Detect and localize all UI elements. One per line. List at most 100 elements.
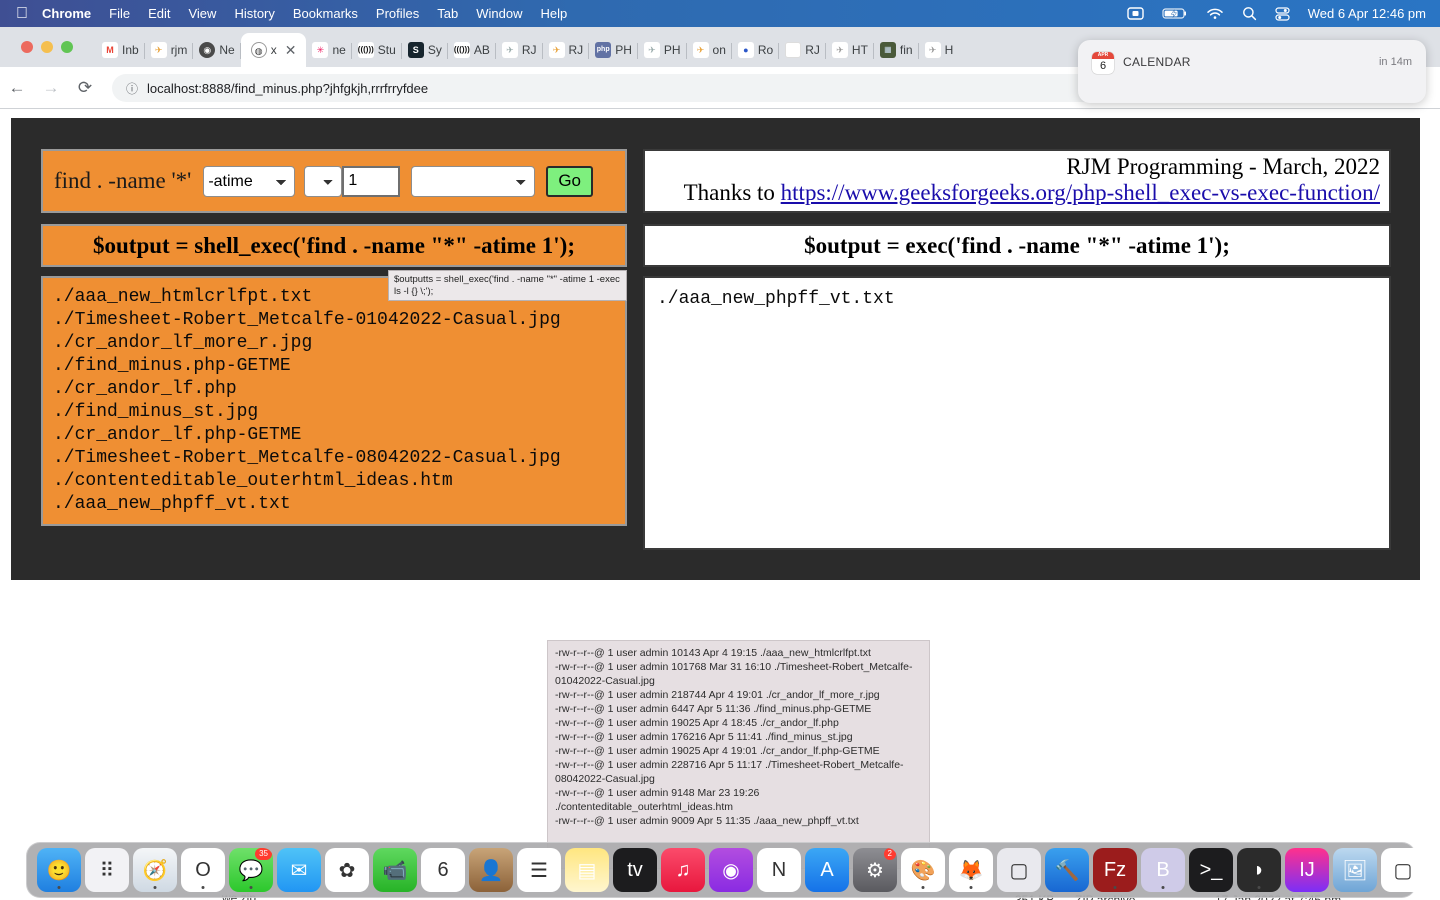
dock-item-contacts[interactable]: 👤 (469, 848, 513, 892)
apple-icon[interactable]:  (16, 6, 28, 22)
tab-label: fin (900, 43, 913, 57)
tab-label: RJ (805, 43, 820, 57)
dock-item-apple-tv[interactable]: tv (613, 848, 657, 892)
browser-tab[interactable]: RJ (779, 33, 826, 67)
dock-item-photos[interactable]: ✿ (325, 848, 369, 892)
browser-tab[interactable]: ✈HT (826, 33, 874, 67)
window-minimize-button[interactable] (41, 41, 53, 53)
search-icon[interactable] (1242, 6, 1257, 21)
loading-icon: ✳ (312, 42, 328, 58)
calendar-icon-day: 6 (1092, 59, 1114, 74)
browser-tab[interactable]: ✈PH (638, 33, 687, 67)
dock-running-indicator (250, 886, 253, 889)
dock-item-app-store[interactable]: A (805, 848, 849, 892)
exec-heading: $output = exec('find . -name "*" -atime … (643, 224, 1391, 267)
dock-item-simulator[interactable]: ▢ (997, 848, 1041, 892)
dock-item-sequel-pro[interactable]: ◗ (1237, 848, 1281, 892)
desktop-area: find . -name '*' -atime Go RJM Progr (0, 109, 1440, 900)
rjm-icon: ✈ (644, 42, 660, 58)
menu-item-history[interactable]: History (234, 6, 274, 21)
go-button[interactable]: Go (546, 166, 593, 197)
dock-item-finder[interactable]: 🙂 (37, 848, 81, 892)
dock-item-intellij[interactable]: IJ (1285, 848, 1329, 892)
dock-item-preview[interactable]: 🖼 (1333, 848, 1377, 892)
dock-item-podcasts[interactable]: ◉ (709, 848, 753, 892)
dock-item-system-preferences[interactable]: ⚙2 (853, 848, 897, 892)
dock-item-mail[interactable]: ✉ (277, 848, 321, 892)
dock-item-filezilla[interactable]: Fz (1093, 848, 1137, 892)
abc-icon: ((())) (454, 42, 470, 58)
menu-item-help[interactable]: Help (541, 6, 568, 21)
control-center-icon[interactable] (1275, 7, 1290, 21)
browser-tab[interactable]: ✈RJ (543, 33, 590, 67)
site-info-icon[interactable]: ⓘ (126, 80, 138, 97)
geeksforgeeks-link[interactable]: https://www.geeksforgeeks.org/php-shell_… (781, 180, 1380, 205)
menu-item-window[interactable]: Window (476, 6, 522, 21)
menu-item-bookmarks[interactable]: Bookmarks (293, 6, 358, 21)
address-bar[interactable]: ⓘ localhost:8888/find_minus.php?jhfgkjh,… (112, 74, 1172, 102)
ls-line: -rw-r--r--@ 1 user admin 9148 Mar 23 19:… (555, 786, 922, 814)
number-input[interactable] (342, 166, 400, 197)
menubar-clock[interactable]: Wed 6 Apr 12:46 pm (1308, 6, 1426, 21)
menu-item-file[interactable]: File (109, 6, 130, 21)
dock-item-bbedit[interactable]: B (1141, 848, 1185, 892)
browser-tab[interactable]: ((()))Stu (352, 33, 402, 67)
dock-item-terminal[interactable]: >_ (1189, 848, 1233, 892)
menu-item-profiles[interactable]: Profiles (376, 6, 419, 21)
tab-label: Stu (378, 43, 396, 57)
menu-item-edit[interactable]: Edit (148, 6, 170, 21)
browser-tab[interactable]: ✈RJ (496, 33, 543, 67)
reload-icon[interactable]: ⟳ (68, 78, 102, 98)
forward-arrow-icon[interactable]: → (34, 78, 68, 98)
rjm-icon: ✈ (549, 42, 565, 58)
dock-item-launchpad[interactable]: ⠿ (85, 848, 129, 892)
dock-item-gimp[interactable]: 🐺 (1429, 848, 1440, 892)
dock-item-messages[interactable]: 💬35 (229, 848, 273, 892)
browser-tab[interactable]: ✈H (919, 33, 960, 67)
window-close-button[interactable] (21, 41, 33, 53)
tab-label: HT (852, 43, 868, 57)
dock-item-firefox[interactable]: 🦊 (949, 848, 993, 892)
close-icon[interactable]: ✕ (285, 42, 297, 59)
calendar-notification[interactable]: APR 6 CALENDAR in 14m (1078, 40, 1426, 103)
dock-item-facetime[interactable]: 📹 (373, 848, 417, 892)
dock-item-music[interactable]: ♫ (661, 848, 705, 892)
time-option-select[interactable]: -atime (203, 166, 295, 197)
browser-tab[interactable]: ✳ne (306, 33, 351, 67)
wifi-icon[interactable] (1206, 7, 1224, 20)
ls-line: -rw-r--r--@ 1 user admin 228716 Apr 5 11… (555, 758, 922, 786)
browser-tab-active[interactable]: ◍x✕ (241, 33, 307, 67)
ls-line: -rw-r--r--@ 1 user admin 19025 Apr 4 18:… (555, 716, 922, 730)
dock-item-calendar[interactable]: 6 (421, 848, 465, 892)
dock-running-indicator (1114, 886, 1117, 889)
window-maximize-button[interactable] (61, 41, 73, 53)
dock-item-opera[interactable]: O (181, 848, 225, 892)
dock-item-libreoffice[interactable]: ▢ (1381, 848, 1425, 892)
browser-tab[interactable]: ✈on (687, 33, 732, 67)
dock-item-news[interactable]: N (757, 848, 801, 892)
dock-item-notes[interactable]: ▤ (565, 848, 609, 892)
sign-select[interactable] (304, 166, 342, 197)
browser-tab[interactable]: phpPH (589, 33, 638, 67)
menu-item-tab[interactable]: Tab (437, 6, 458, 21)
browser-tab[interactable]: ✈rjm (145, 33, 194, 67)
screen-share-icon[interactable] (1127, 7, 1144, 20)
battery-charging-icon[interactable] (1162, 7, 1188, 20)
browser-tab[interactable]: ▦fin (874, 33, 919, 67)
extra-option-select[interactable] (411, 166, 535, 197)
browser-tab[interactable]: MInb (96, 33, 145, 67)
menu-item-view[interactable]: View (188, 6, 216, 21)
output-line: ./Timesheet-Robert_Metcalfe-08042022-Cas… (53, 447, 625, 470)
dock-item-reminders[interactable]: ☰ (517, 848, 561, 892)
dock-item-paint[interactable]: 🎨 (901, 848, 945, 892)
browser-tab[interactable]: ◉Ne (193, 33, 240, 67)
dock-item-safari[interactable]: 🧭 (133, 848, 177, 892)
browser-tab[interactable]: ●Ro (732, 33, 779, 67)
menu-item-chrome[interactable]: Chrome (42, 6, 91, 21)
browser-tab[interactable]: ((()))AB (448, 33, 496, 67)
tab-label: RJ (522, 43, 537, 57)
back-arrow-icon[interactable]: ← (0, 78, 34, 98)
php-mouse-icon: ◍ (251, 42, 267, 58)
dock-item-xcode[interactable]: 🔨 (1045, 848, 1089, 892)
browser-tab[interactable]: SSy (402, 33, 448, 67)
